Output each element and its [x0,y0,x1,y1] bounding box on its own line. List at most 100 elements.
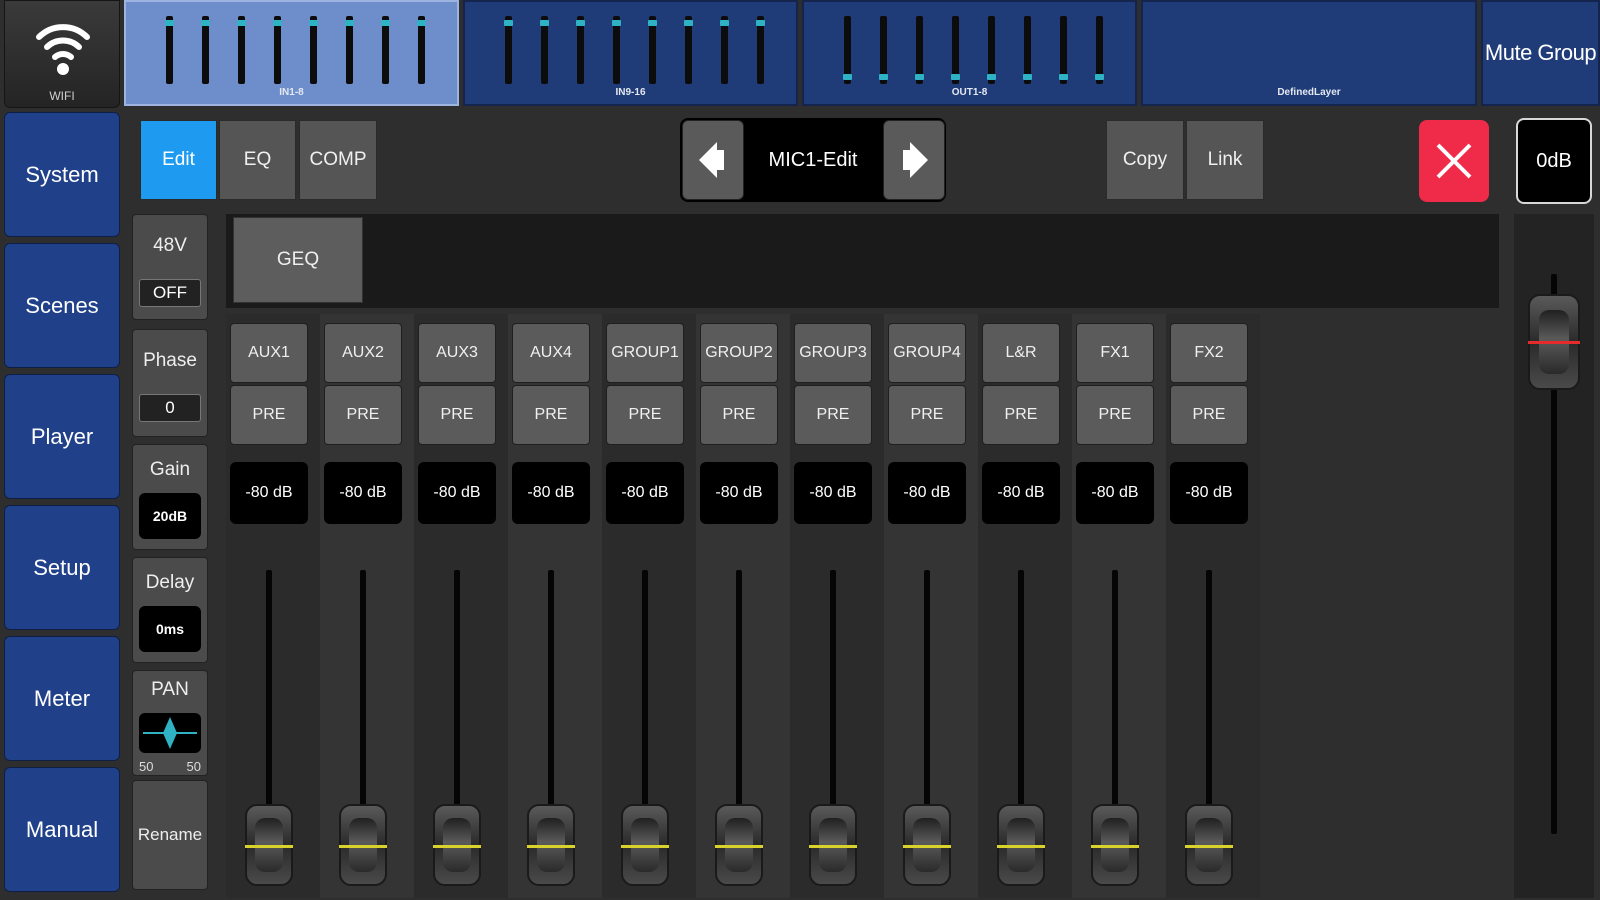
send-strip: GROUP3 PRE -80 dB [790,314,884,898]
layer-fader-thumb [951,16,960,84]
close-button[interactable] [1419,120,1489,202]
delay-control[interactable]: Delay 0ms [132,557,208,663]
send-target-button[interactable]: AUX1 [230,323,308,383]
send-strip: AUX1 PRE -80 dB [226,314,320,898]
prev-channel-button[interactable] [682,120,744,200]
send-level-readout: -80 dB [606,462,684,524]
send-target-button[interactable]: FX2 [1170,323,1248,383]
geq-button[interactable]: GEQ [233,217,363,303]
phantom-value[interactable]: OFF [139,279,201,307]
send-strip: GROUP2 PRE -80 dB [696,314,790,898]
send-target-button[interactable]: FX1 [1076,323,1154,383]
delay-value[interactable]: 0ms [139,606,201,652]
copy-button[interactable]: Copy [1106,120,1184,200]
send-target-button[interactable]: AUX4 [512,323,590,383]
send-fader-knob[interactable] [997,804,1045,886]
layer-tab-in9-16[interactable]: IN9-16 [463,0,798,106]
send-target-button[interactable]: GROUP1 [606,323,684,383]
tab-comp[interactable]: COMP [299,120,377,200]
send-fader-knob[interactable] [809,804,857,886]
send-target-button[interactable]: GROUP2 [700,323,778,383]
send-fader-knob[interactable] [715,804,763,886]
phase-value[interactable]: 0 [139,394,201,422]
nav-player[interactable]: Player [4,374,120,499]
send-level-readout: -80 dB [512,462,590,524]
send-level-readout: -80 dB [230,462,308,524]
gain-value[interactable]: 20dB [139,493,201,539]
pan-slider[interactable] [139,713,201,753]
next-channel-button[interactable] [883,120,945,200]
send-fader-knob[interactable] [1185,804,1233,886]
send-pre-post-toggle[interactable]: PRE [418,385,496,445]
nav-scenes[interactable]: Scenes [4,243,120,368]
phase-control[interactable]: Phase 0 [132,329,208,437]
send-level-readout: -80 dB [794,462,872,524]
layer-fader-thumb [1095,16,1104,84]
send-pre-post-toggle[interactable]: PRE [324,385,402,445]
send-fader-knob[interactable] [245,804,293,886]
send-target-button[interactable]: L&R [982,323,1060,383]
layer-fader-thumb [504,16,513,84]
send-strip: GROUP1 PRE -80 dB [602,314,696,898]
layer-fader-thumb [879,16,888,84]
nav-system[interactable]: System [4,112,120,237]
send-pre-post-toggle[interactable]: PRE [982,385,1060,445]
layer-fader-thumb [648,16,657,84]
nav-meter[interactable]: Meter [4,636,120,761]
pan-control[interactable]: PAN 50 50 [132,670,208,776]
send-target-button[interactable]: GROUP4 [888,323,966,383]
layer-fader-thumb [201,16,210,84]
send-fader-knob[interactable] [433,804,481,886]
send-fader-knob[interactable] [1091,804,1139,886]
layer-fader-thumb [576,16,585,84]
pan-left-value: 50 [139,759,154,774]
layer-fader-thumb [165,16,174,84]
send-fader-knob[interactable] [339,804,387,886]
send-fader-knob[interactable] [903,804,951,886]
send-pre-post-toggle[interactable]: PRE [888,385,966,445]
send-target-button[interactable]: AUX2 [324,323,402,383]
nav-setup[interactable]: Setup [4,505,120,630]
wifi-label: WIFI [49,89,75,103]
send-pre-post-toggle[interactable]: PRE [1170,385,1248,445]
delay-label: Delay [145,572,195,593]
layer-tab-in1-8[interactable]: IN1-8 [124,0,459,106]
send-pre-post-toggle[interactable]: PRE [606,385,684,445]
layer-tab-defined[interactable]: DefinedLayer [1141,0,1477,106]
send-pre-post-toggle[interactable]: PRE [512,385,590,445]
send-pre-post-toggle[interactable]: PRE [1076,385,1154,445]
send-pre-post-toggle[interactable]: PRE [794,385,872,445]
send-target-button[interactable]: GROUP3 [794,323,872,383]
layer-fader-thumb [381,16,390,84]
link-button[interactable]: Link [1186,120,1264,200]
tab-eq[interactable]: EQ [219,120,296,200]
nav-manual[interactable]: Manual [4,767,120,892]
layer-tab-out1-8[interactable]: OUT1-8 [802,0,1137,106]
send-pre-post-toggle[interactable]: PRE [700,385,778,445]
phantom-power-control[interactable]: 48V OFF [132,214,208,320]
send-target-button[interactable]: AUX3 [418,323,496,383]
rename-button[interactable]: Rename [132,780,208,890]
send-level-readout: -80 dB [888,462,966,524]
master-level-readout: 0dB [1516,118,1592,204]
layer-fader-thumb [237,16,246,84]
layer-fader-thumb [273,16,282,84]
send-strip: AUX2 PRE -80 dB [320,314,414,898]
pan-right-value: 50 [186,759,201,774]
send-strip: FX2 PRE -80 dB [1166,314,1260,898]
layer-fader-thumb [1059,16,1068,84]
master-fader-knob[interactable] [1528,294,1580,390]
wifi-icon [36,24,90,75]
gain-label: Gain [149,459,191,480]
layer-fader-thumb [756,16,765,84]
wifi-button[interactable]: WIFI [4,0,120,108]
send-level-readout: -80 dB [1076,462,1154,524]
phantom-label: 48V [153,235,187,256]
send-strip: L&R PRE -80 dB [978,314,1072,898]
gain-control[interactable]: Gain 20dB [132,444,208,550]
send-pre-post-toggle[interactable]: PRE [230,385,308,445]
send-fader-knob[interactable] [527,804,575,886]
tab-edit[interactable]: Edit [140,120,217,200]
send-fader-knob[interactable] [621,804,669,886]
mute-group-button[interactable]: Mute Group [1481,0,1600,106]
